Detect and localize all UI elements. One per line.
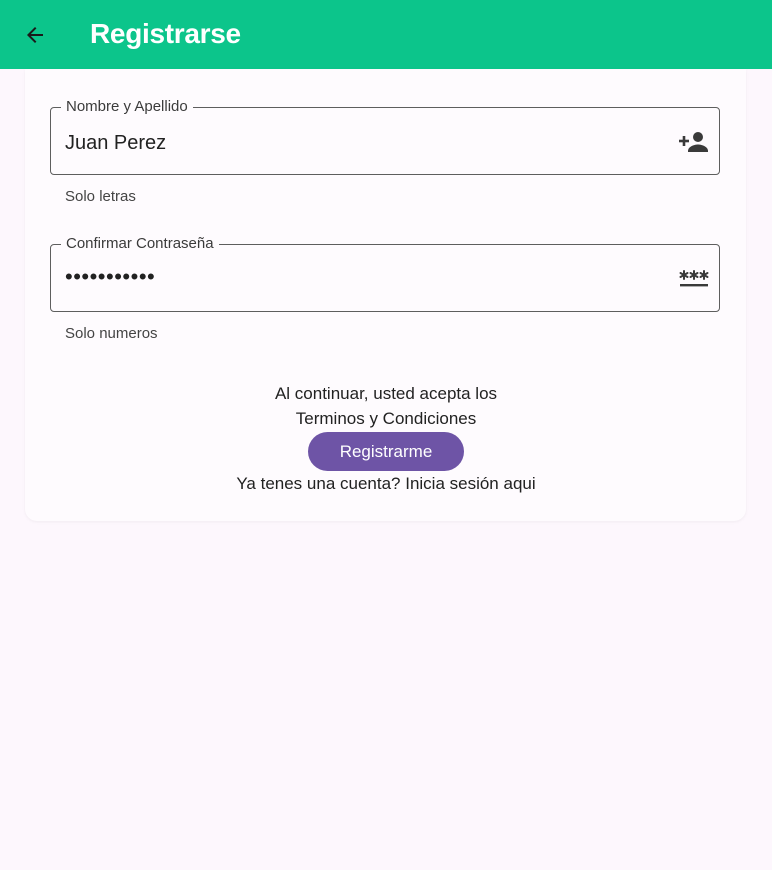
back-button[interactable]: [14, 14, 56, 56]
app-bar: Registrarse: [0, 0, 772, 69]
login-link[interactable]: Ya tenes una cuenta? Inicia sesión aqui: [0, 472, 772, 496]
name-field[interactable]: Nombre y Apellido Juan Perez: [50, 98, 720, 175]
register-button[interactable]: Registrarme: [308, 432, 464, 471]
name-field-label: Nombre y Apellido: [61, 98, 193, 116]
terms-text: Al continuar, usted acepta los: [274, 384, 498, 403]
name-helper-text: Solo letras: [65, 188, 136, 205]
page-title: Registrarse: [90, 18, 241, 49]
arrow-back-icon: [27, 27, 43, 43]
name-field-value[interactable]: Juan Perez: [65, 131, 166, 155]
password-field-label: Confirmar Contraseña: [61, 235, 219, 253]
terms-link[interactable]: Terminos y Condiciones: [0, 406, 772, 431]
password-helper-text: Solo numeros: [65, 325, 158, 342]
password-field-value[interactable]: •••••••••••: [65, 265, 155, 289]
password-field[interactable]: Confirmar Contraseña •••••••••••: [50, 235, 720, 312]
person-add-icon: [679, 130, 709, 154]
password-icon: [679, 267, 709, 291]
